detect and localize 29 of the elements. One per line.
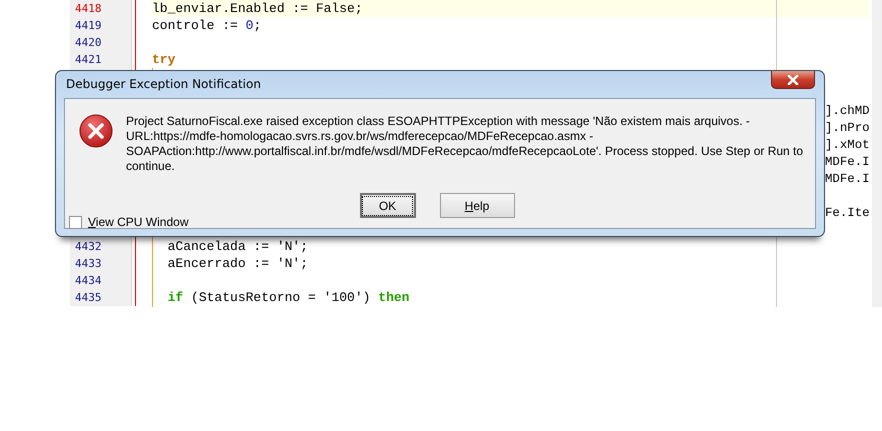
code-fragment: ].nPro: [825, 120, 870, 137]
error-icon: [79, 114, 113, 148]
error-message: Project SaturnoFiscal.exe raised exception class ESOAPHTTPException with message 'Não existem mais arquivos. - URL:https://mdfe-homologacao.svrs.rs.gov.br/ws/mdferecepcao/MDFeRecepcao.asmx - SOAPAction:http://www.portalfiscal.inf.br/mdfe/wsdl/MDFeRecepcao/mdfeRecepcaoLote'. Process stopped. Use Step or Run to continue.: [126, 114, 804, 174]
code-line: aCancelada := 'N';: [166, 239, 308, 254]
code-fragment: ].chMD: [825, 103, 870, 120]
line-number: 4420: [70, 34, 132, 51]
line-number: 4432: [70, 238, 132, 255]
code-fragment: MDFe.I: [825, 154, 870, 171]
code-line: aEncerrado := 'N';: [166, 256, 308, 271]
line-number: 4419: [70, 17, 132, 34]
code-fragment: MDFe.I: [825, 171, 870, 188]
line-number: 4435: [70, 289, 132, 306]
line-number: 4421: [70, 51, 132, 68]
help-button[interactable]: Help: [440, 193, 514, 218]
line-number: 4433: [70, 255, 132, 272]
code-fragment: Fe.Ite: [825, 205, 870, 222]
line-number: 4418: [70, 0, 132, 17]
code-line: controle := 0;: [152, 18, 262, 33]
code-line: lb_enviar.Enabled := False;: [152, 1, 363, 16]
checkbox[interactable]: [69, 216, 82, 228]
ok-button[interactable]: OK: [360, 193, 416, 218]
close-button[interactable]: [771, 71, 815, 89]
line-number: 4434: [70, 272, 132, 289]
window-title: Debugger Exception Notification: [66, 77, 261, 91]
checkbox-label[interactable]: View CPU Window: [88, 215, 188, 229]
code-line: if (StatusRetorno = '100') then: [166, 290, 410, 305]
code-fragment: ].xMot: [825, 137, 870, 154]
code-line: try: [152, 52, 176, 67]
close-icon: [786, 74, 800, 84]
